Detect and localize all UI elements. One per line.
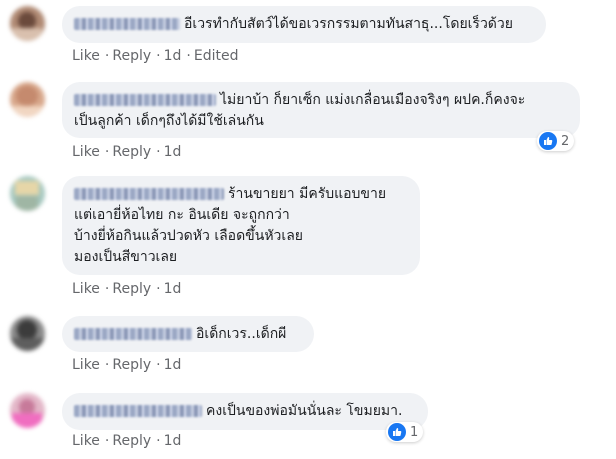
comment-text: อีเวรทำกับสัตว์ได้ขอเวรกรรมตามทันสาธุ...… (184, 16, 513, 32)
separator: · (156, 281, 161, 297)
comment-actions: Like · Reply · 1d (72, 357, 183, 373)
avatar[interactable] (10, 6, 45, 41)
reply-button[interactable]: Reply (112, 433, 151, 449)
separator: · (104, 281, 110, 297)
separator: · (156, 433, 161, 449)
timestamp[interactable]: 1d (164, 357, 182, 373)
reaction-count[interactable]: 1 (386, 422, 424, 442)
timestamp[interactable]: 1d (164, 433, 182, 449)
timestamp[interactable]: 1d (164, 48, 182, 64)
edited-label[interactable]: Edited (194, 48, 239, 64)
separator: · (156, 144, 161, 160)
commenter-name[interactable] (74, 188, 224, 200)
timestamp[interactable]: 1d (164, 281, 182, 297)
comment-actions: Like · Reply · 1d (72, 144, 183, 160)
commenter-name[interactable] (74, 405, 202, 417)
reaction-count[interactable]: 2 (537, 131, 575, 151)
reply-button[interactable]: Reply (112, 357, 151, 373)
separator: · (104, 48, 110, 64)
separator: · (104, 357, 110, 373)
like-button[interactable]: Like (72, 48, 100, 64)
commenter-name[interactable] (74, 94, 216, 106)
avatar[interactable] (10, 316, 45, 351)
like-button[interactable]: Like (72, 433, 100, 449)
comment-actions: Like · Reply · 1d (72, 433, 183, 449)
commenter-name[interactable] (74, 18, 180, 30)
commenter-name[interactable] (74, 328, 192, 340)
like-button[interactable]: Like (72, 281, 100, 297)
reply-button[interactable]: Reply (112, 48, 151, 64)
comment-bubble: อิเด็กเวร..เด็กผี (62, 316, 314, 352)
comment-bubble: ร้านขายยา มีครับแอบขาย แต่เอายี่ห้อไทย ก… (62, 176, 420, 275)
separator: · (156, 357, 161, 373)
separator: · (186, 48, 191, 64)
separator: · (156, 48, 161, 64)
comment-bubble: อีเวรทำกับสัตว์ได้ขอเวรกรรมตามทันสาธุ...… (62, 6, 546, 43)
separator: · (104, 144, 110, 160)
comment-bubble: ไม่ยาบ้า ก็ยาเซ็ก แม่งเกลื่อนเมืองจริงๆ … (62, 82, 580, 138)
comment-text: อิเด็กเวร..เด็กผี (196, 326, 287, 342)
thumbs-up-icon (388, 423, 406, 441)
comment-bubble: คงเป็นของพ่อมันนั่นละ โขมยมา. (62, 393, 428, 430)
comment-actions: Like · Reply · 1d · Edited (72, 48, 240, 64)
avatar[interactable] (10, 82, 45, 117)
thumbs-up-icon (539, 132, 557, 150)
reaction-number: 2 (561, 133, 570, 149)
reply-button[interactable]: Reply (112, 281, 151, 297)
separator: · (104, 433, 110, 449)
avatar[interactable] (10, 393, 45, 428)
like-button[interactable]: Like (72, 357, 100, 373)
reply-button[interactable]: Reply (112, 144, 151, 160)
like-button[interactable]: Like (72, 144, 100, 160)
comment-actions: Like · Reply · 1d (72, 281, 183, 297)
reaction-number: 1 (410, 424, 419, 440)
timestamp[interactable]: 1d (164, 144, 182, 160)
comment-text: คงเป็นของพ่อมันนั่นละ โขมยมา. (206, 403, 403, 419)
avatar[interactable] (10, 176, 45, 211)
